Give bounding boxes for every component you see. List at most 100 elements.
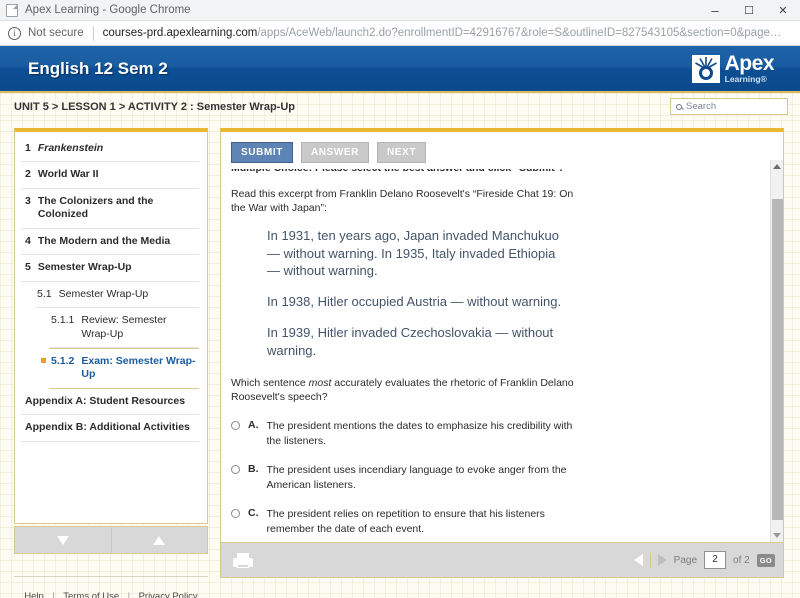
privacy-policy-link[interactable]: Privacy Policy <box>139 591 198 598</box>
scrollbar-thumb[interactable] <box>772 199 783 520</box>
sidebar-item-label: Appendix B: Additional Activities <box>25 421 190 434</box>
answer-option-b[interactable]: B. The president uses incendiary languag… <box>231 463 759 492</box>
option-letter: A. <box>248 419 259 432</box>
pager-divider <box>649 552 651 568</box>
submit-button[interactable]: SUBMIT <box>231 142 293 163</box>
sidebar-item-world-war-ii[interactable]: 2 World War II <box>21 162 199 189</box>
sidebar-item-exam-semester-wrap-up[interactable]: 5.1.2 Exam: Semester Wrap-Up <box>41 347 199 389</box>
sidebar-item-semester-wrap-up[interactable]: 5 Semester Wrap-Up <box>21 255 199 282</box>
apex-logo-sub: Learning® <box>724 74 767 85</box>
sidebar-item-label: Exam: Semester Wrap-Up <box>81 354 196 381</box>
page-label: Page <box>673 554 698 566</box>
printer-icon[interactable] <box>233 552 253 568</box>
course-outline-panel: 1 Frankenstein 2 World War II 3 The Colo… <box>14 128 208 524</box>
chevron-down-icon <box>773 533 781 538</box>
sidebar-item-review-semester-wrap-up[interactable]: 5.1.1 Review: Semester Wrap-Up <box>49 308 199 348</box>
answer-option-c[interactable]: C. The president relies on repetition to… <box>231 507 759 536</box>
course-sidebar: 1 Frankenstein 2 World War II 3 The Colo… <box>14 128 208 598</box>
sidebar-item-label: Frankenstein <box>37 142 104 154</box>
page-title: English 12 Sem 2 <box>28 58 168 78</box>
sidebar-item-number: 5 <box>25 261 31 274</box>
arrow-right-icon[interactable] <box>657 554 667 566</box>
footer-separator: | <box>52 591 55 598</box>
sidebar-footer: Help | Terms of Use | Privacy Policy <box>14 576 208 598</box>
sidebar-item-number: 2 <box>25 168 31 181</box>
search-input[interactable]: Search <box>670 98 788 115</box>
scroll-up-button[interactable] <box>771 160 783 173</box>
url-host: courses-prd.apexlearning.com <box>102 27 258 39</box>
printer-top <box>237 552 249 558</box>
address-bar[interactable]: i Not secure courses-prd.apexlearning.co… <box>0 21 800 46</box>
sidebar-item-semester-wrap-up-51[interactable]: 5.1 Semester Wrap-Up <box>35 282 199 309</box>
activity-button-row: SUBMIT ANSWER NEXT <box>229 140 759 169</box>
sidebar-item-number: 1 <box>25 142 31 154</box>
sidebar-item-appendix-b[interactable]: Appendix B: Additional Activities <box>21 415 199 442</box>
answer-option-a[interactable]: A. The president mentions the dates to e… <box>231 419 759 448</box>
excerpt-paragraph: In 1938, Hitler occupied Austria — witho… <box>267 294 562 310</box>
sidebar-item-label: Semester Wrap-Up <box>37 261 132 274</box>
question-body: Read this excerpt from Franklin Delano R… <box>229 183 759 542</box>
option-text: The president relies on repetition to en… <box>266 508 545 535</box>
page-icon <box>6 3 18 17</box>
option-letter: B. <box>248 463 259 476</box>
url-text[interactable]: courses-prd.apexlearning.com/apps/AceWeb… <box>103 27 782 39</box>
radio-button-c[interactable] <box>231 509 240 519</box>
sidebar-item-label: Review: Semester Wrap-Up <box>81 314 167 340</box>
printer-slot <box>237 563 249 568</box>
next-button[interactable]: NEXT <box>376 142 427 163</box>
sidebar-item-number: 5.1.1 <box>51 314 75 327</box>
maximize-button[interactable]: ☐ <box>732 0 766 21</box>
excerpt-block: In 1931, ten years ago, Japan invaded Ma… <box>267 227 567 359</box>
apex-logo[interactable]: Apex Learning® <box>691 52 790 85</box>
prompt-emphasis: most <box>308 377 332 390</box>
breadcrumb: UNIT 5 > LESSON 1 > ACTIVITY 2 : Semeste… <box>14 100 295 113</box>
minimize-button[interactable]: – <box>698 0 732 21</box>
answer-button[interactable]: ANSWER <box>300 142 369 163</box>
sidebar-item-colonizers[interactable]: 3 The Colonizers and the Colonized <box>21 189 199 229</box>
browser-tab-title[interactable]: Apex Learning - Google Chrome <box>25 4 191 16</box>
radio-button-b[interactable] <box>231 465 240 475</box>
sidebar-scroll-down-button[interactable] <box>15 527 112 553</box>
excerpt-paragraph: In 1931, ten years ago, Japan invaded Ma… <box>267 228 559 278</box>
footer-separator: | <box>127 591 131 598</box>
prompt-part-1: Which sentence <box>231 377 309 390</box>
omnibox-divider <box>92 25 94 41</box>
course-banner: English 12 Sem 2 Apex Learning® <box>0 46 800 93</box>
url-path: /apps/AceWeb/launch2.do?enrollmentID=429… <box>257 27 782 39</box>
arrow-left-icon[interactable] <box>633 554 643 566</box>
search-placeholder: Search <box>686 101 717 112</box>
sidebar-item-number: 5.1 <box>37 287 52 300</box>
help-link[interactable]: Help <box>24 591 44 598</box>
breadcrumb-bar: UNIT 5 > LESSON 1 > ACTIVITY 2 : Semeste… <box>0 93 800 120</box>
scroll-down-button[interactable] <box>771 529 783 542</box>
chevron-up-icon <box>773 164 781 169</box>
radio-button-a[interactable] <box>231 421 240 431</box>
sidebar-item-modern-media[interactable]: 4 The Modern and the Media <box>21 229 199 256</box>
sidebar-item-number: 3 <box>25 194 31 207</box>
page-number-input[interactable]: 2 <box>704 551 727 569</box>
site-info-icon[interactable]: i <box>8 26 21 40</box>
sidebar-item-label: Semester Wrap-Up <box>58 287 149 300</box>
sidebar-nav-bar <box>14 526 208 554</box>
activity-content: SUBMIT ANSWER NEXT Multiple Choice: Plea… <box>221 132 783 542</box>
option-text: The president uses incendiary language t… <box>266 464 567 491</box>
sidebar-item-frankenstein[interactable]: 1 Frankenstein <box>21 136 199 163</box>
sidebar-item-label: The Colonizers and the Colonized <box>37 194 154 221</box>
browser-titlebar: Apex Learning - Google Chrome – ☐ ✕ <box>0 0 800 21</box>
terms-of-use-link[interactable]: Terms of Use <box>63 591 119 598</box>
sidebar-item-number: 4 <box>25 234 31 247</box>
option-text: The president mentions the dates to emph… <box>266 420 573 447</box>
sidebar-item-label: Appendix A: Student Resources <box>25 394 186 407</box>
option-letter: C. <box>248 507 259 520</box>
apex-logo-word: Apex <box>724 52 775 76</box>
sidebar-item-appendix-a[interactable]: Appendix A: Student Resources <box>21 389 199 416</box>
go-button[interactable]: GO <box>756 553 775 567</box>
sidebar-scroll-up-button[interactable] <box>112 527 208 553</box>
page-body: 1 Frankenstein 2 World War II 3 The Colo… <box>0 120 800 598</box>
sidebar-item-label: The Modern and the Media <box>37 234 171 247</box>
close-icon[interactable]: ✕ <box>766 0 800 21</box>
arrow-up-icon <box>153 535 166 545</box>
activity-scrollbar[interactable] <box>770 160 783 542</box>
sidebar-item-number: 5.1.2 <box>51 354 75 367</box>
sidebar-item-label: World War II <box>37 168 99 181</box>
